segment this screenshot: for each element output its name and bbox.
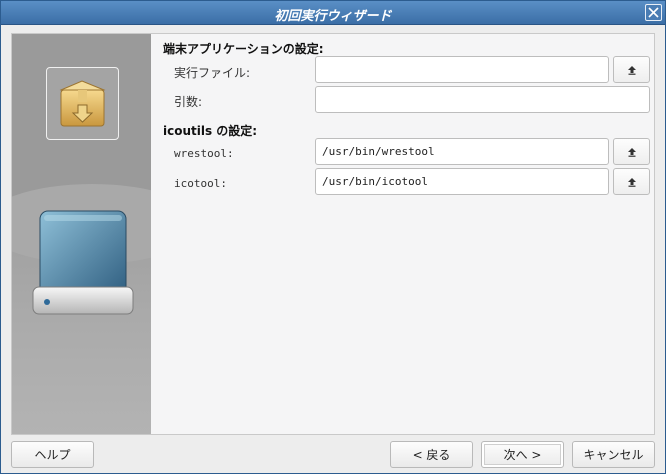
upload-arrow-icon <box>628 148 636 157</box>
arguments-label: 引数: <box>174 95 203 109</box>
next-button[interactable]: 次へ > <box>481 441 564 468</box>
terminal-section-title: 端末アプリケーションの設定: <box>163 42 324 56</box>
executable-browse-button[interactable] <box>613 56 650 83</box>
package-icon <box>59 80 106 127</box>
icotool-browse-button[interactable] <box>613 168 650 195</box>
drive-icon <box>32 210 134 315</box>
wizard-content: 端末アプリケーションの設定: 実行ファイル: 引数: icoutils の設定:… <box>11 33 655 435</box>
wrestool-browse-button[interactable] <box>613 138 650 165</box>
icoutils-section-title: icoutils の設定: <box>163 124 258 138</box>
wizard-window: 初回実行ウィザード 端末アプリケーションの設定: 実行ファイル: 引数: ico… <box>0 0 666 474</box>
upload-arrow-icon <box>628 178 636 187</box>
package-icon-frame <box>46 67 119 140</box>
window-title: 初回実行ウィザード <box>274 9 392 24</box>
close-icon <box>648 7 659 18</box>
wrestool-label: wrestool: <box>174 147 234 160</box>
drive-illustration <box>30 209 134 352</box>
icotool-field[interactable]: /usr/bin/icotool <box>315 168 609 195</box>
back-button[interactable]: < 戻る <box>390 441 473 468</box>
help-button[interactable]: ヘルプ <box>11 441 94 468</box>
arguments-field[interactable] <box>315 86 650 113</box>
executable-field[interactable] <box>315 56 609 83</box>
upload-arrow-icon <box>628 66 636 75</box>
wrestool-field[interactable]: /usr/bin/wrestool <box>315 138 609 165</box>
side-panel <box>12 34 151 434</box>
icotool-label: icotool: <box>174 177 227 190</box>
title-bar: 初回実行ウィザード <box>1 1 665 25</box>
close-button[interactable] <box>645 4 662 21</box>
executable-label: 実行ファイル: <box>174 66 251 80</box>
cancel-button[interactable]: キャンセル <box>572 441 655 468</box>
